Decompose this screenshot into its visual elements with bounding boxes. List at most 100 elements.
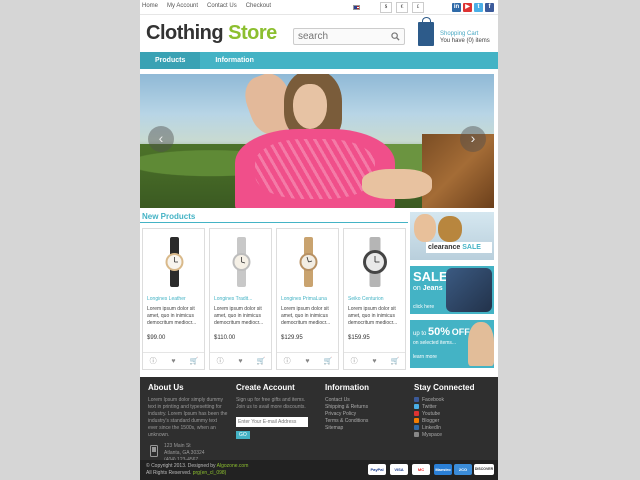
template-code-link[interactable]: prg(en_cl_098) [193,470,227,476]
nav-item-information[interactable]: Information [200,52,269,69]
product-image-watch-traditional[interactable] [228,237,255,287]
wishlist-heart-icon[interactable]: ♥ [169,357,178,366]
learn-more-link[interactable]: learn more [413,354,437,360]
footer-link-sitemap[interactable]: Sitemap [325,425,395,432]
banner-model [468,322,494,366]
logo-accent-text: Store [228,22,277,44]
footer-create-account-text: Sign up for free gifts and items. Join u… [236,397,306,410]
footer-social-facebook[interactable]: Facebook [414,397,494,404]
footer-link-shipping-returns[interactable]: Shipping & Returns [325,404,395,411]
paypal-icon: PayPal [368,464,386,475]
top-links: Home My Account Contact Us Checkout [142,3,271,9]
footer-social-label: Twitter [422,404,437,410]
selected-items-sale-banner[interactable]: up to 50% OFF on selected items... learn… [410,320,494,368]
product-image-watch-primaluna[interactable] [295,237,322,287]
main-nav: Products Information [140,52,498,69]
search-input[interactable] [294,29,386,44]
wishlist-heart-icon[interactable]: ♥ [303,357,312,366]
language-flag-icon[interactable] [353,5,360,10]
hero-model-face [293,84,327,129]
add-to-cart-icon[interactable]: 🛒 [390,357,399,366]
jeans-sale-banner[interactable]: SALE on Jeans click here [410,266,494,314]
linkedin-icon[interactable]: in [452,3,461,12]
wishlist-heart-icon[interactable]: ♥ [236,357,245,366]
copyright-text: © Copyright 2013. Designed by [146,463,217,469]
shopping-bag-icon[interactable] [418,17,434,46]
product-name[interactable]: Seiko Centurion [348,296,384,302]
newsletter-go-button[interactable]: GO [236,431,250,439]
footer-link-privacy-policy[interactable]: Privacy Policy [325,411,395,418]
clearance-sale-banner[interactable]: clearance SALE [410,212,494,260]
product-price: $110.00 [214,335,236,341]
footer-link-terms[interactable]: Terms & Conditions [325,418,395,425]
product-actions: ⓘ ♥ 🛒 [344,352,405,369]
cart-title[interactable]: Shopping Cart [440,31,478,37]
product-card[interactable]: Longines Leather Lorem ipsum dolor sit a… [142,228,205,370]
top-link-checkout[interactable]: Checkout [246,3,271,9]
product-price: $159.95 [348,335,370,341]
twitter-icon[interactable]: t [474,3,483,12]
footer-create-account: Create Account Sign up for free gifts an… [236,383,312,439]
sale-on-text: on [413,285,421,292]
footer-link-contact-us[interactable]: Contact Us [325,397,395,404]
nav-item-products[interactable]: Products [140,52,201,69]
add-to-cart-icon[interactable]: 🛒 [189,357,198,366]
off-text: OFF [451,327,470,337]
wishlist-heart-icon[interactable]: ♥ [370,357,379,366]
top-bar: Home My Account Contact Us Checkout $ € … [140,0,498,15]
footer-social-myspace[interactable]: Myspace [414,432,494,439]
info-icon[interactable]: ⓘ [216,357,225,366]
info-icon[interactable]: ⓘ [350,357,359,366]
product-image-watch-seiko[interactable] [358,237,392,287]
product-card[interactable]: Seiko Centurion Lorem ipsum dolor sit am… [343,228,406,370]
footer-social-twitter[interactable]: Twitter [414,404,494,411]
product-name[interactable]: Longines Tradit... [214,296,252,302]
add-to-cart-icon[interactable]: 🛒 [256,357,265,366]
search-icon[interactable] [391,32,400,41]
footer-information-heading: Information [325,383,369,392]
sale-jeans-text: Jeans [422,285,443,292]
selected-items-text: on selected items... [413,340,457,346]
product-description: Lorem ipsum dolor sit amet, quo in inimi… [147,306,197,326]
footer-social-youtube[interactable]: Youtube [414,411,494,418]
footer-create-account-heading: Create Account [236,383,295,392]
product-card[interactable]: Longines PrimaLuna Lorem ipsum dolor sit… [276,228,339,370]
youtube-icon[interactable]: ▶ [463,3,472,12]
product-image-watch-leather[interactable] [161,237,188,287]
product-name[interactable]: Longines PrimaLuna [281,296,327,302]
facebook-icon[interactable]: f [485,3,494,12]
copyright-line-1: © Copyright 2013. Designed by Algozone.c… [146,463,248,469]
footer-social-linkedin[interactable]: LinkedIn [414,425,494,432]
product-card[interactable]: Longines Tradit... Lorem ipsum dolor sit… [209,228,272,370]
currency-pound-button[interactable]: £ [412,2,424,13]
site-logo[interactable]: Clothing Store [146,22,277,45]
top-link-contact-us[interactable]: Contact Us [207,3,237,9]
product-price: $99.00 [147,335,166,341]
slider-next-arrow-icon[interactable]: › [460,126,486,152]
top-link-home[interactable]: Home [142,3,158,9]
blogger-icon [414,418,419,424]
footer-social-blogger[interactable]: Blogger [414,418,494,425]
footer-social-label: Facebook [422,397,444,403]
currency-euro-button[interactable]: € [396,2,408,13]
discount-percent: 50% [428,326,451,338]
add-to-cart-icon[interactable]: 🛒 [323,357,332,366]
footer-social-label: Blogger [422,418,440,424]
footer-stay-connected: Stay Connected Facebook Twitter Youtube … [414,383,494,439]
product-name[interactable]: Longines Leather [147,296,186,302]
up-to-label: up to [413,331,427,337]
click-here-link[interactable]: click here [413,304,434,310]
slider-prev-arrow-icon[interactable]: ‹ [148,126,174,152]
banner-girl-2 [438,216,462,242]
info-icon[interactable]: ⓘ [283,357,292,366]
top-link-my-account[interactable]: My Account [167,3,198,9]
mastercard-icon: MC [412,464,430,475]
page-wrapper: Home My Account Contact Us Checkout $ € … [140,0,498,480]
maestro-icon: Maestro [434,464,452,475]
copyright-bar: © Copyright 2013. Designed by Algozone.c… [140,460,498,480]
currency-dollar-button[interactable]: $ [380,2,392,13]
newsletter-email-input[interactable] [236,417,308,427]
info-icon[interactable]: ⓘ [149,357,158,366]
designer-link[interactable]: Algozone.com [217,463,249,469]
phone-icon [150,445,158,457]
